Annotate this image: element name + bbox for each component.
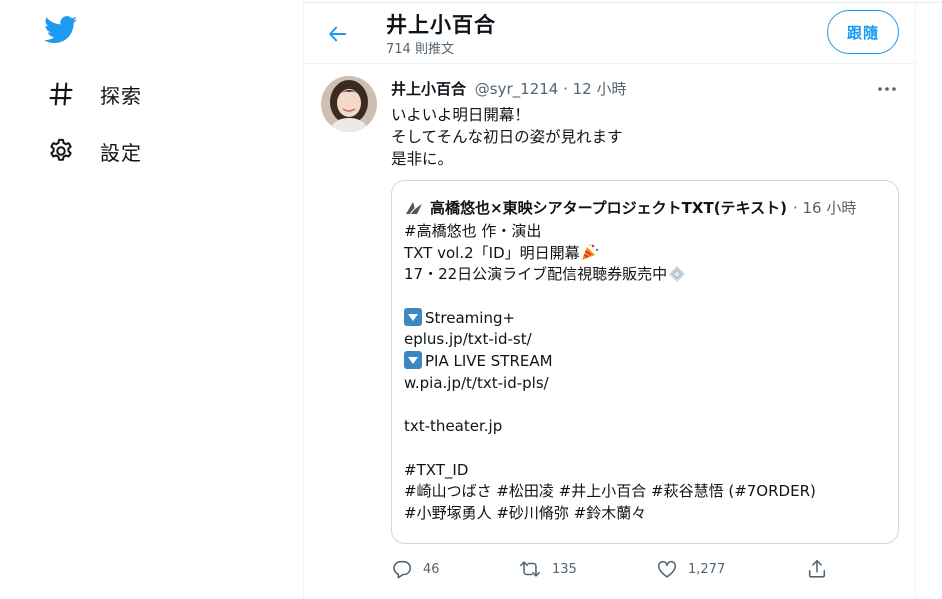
arrow-left-icon <box>329 26 347 42</box>
quote-hashtags[interactable]: #崎山つばさ #松田凌 #井上小百合 #萩谷慧悟 (#7ORDER) <box>404 481 888 503</box>
quoted-tweet-text: #高橋悠也 作・演出 TXT vol.2「ID」明日開幕 17・22日公演ライブ… <box>404 221 888 525</box>
tweet-text: いよいよ明日開幕！ そしてそんな初日の姿が見れます 是非に。 <box>391 104 623 170</box>
tweet-actions: 46 135 1,277 <box>391 558 826 580</box>
back-button[interactable] <box>324 20 352 48</box>
quote-line-text: TXT vol.2「ID」明日開幕 <box>404 243 580 262</box>
quote-link[interactable]: w.pia.jp/t/txt-id-pls/ <box>404 373 888 395</box>
reply-icon <box>393 560 412 579</box>
gear-icon <box>44 134 78 168</box>
tweet[interactable]: 井上小百合 @syr_1214 · 12 小時 いよいよ明日開幕！ そしてそんな… <box>304 64 917 599</box>
reply-button[interactable]: 46 <box>391 558 440 580</box>
tweet-count: 714 則推文 <box>386 42 454 57</box>
quote-line-with-emoji: 17・22日公演ライブ配信視聴券販売中 <box>404 264 888 286</box>
author-name[interactable]: 井上小百合 <box>391 80 466 98</box>
nav-item-label: 設定 <box>100 140 142 165</box>
more-horizontal-icon <box>878 87 896 91</box>
heart-icon <box>657 560 677 578</box>
hashtag-icon <box>44 77 78 111</box>
quoted-tweet-header: 高橋悠也×東映シアタープロジェクトTXT(テキスト) · 16 小時 <box>404 197 888 218</box>
nav-item-explore[interactable]: 探索 <box>44 74 142 114</box>
quote-line: #高橋悠也 作・演出 <box>404 222 542 240</box>
like-button[interactable]: 1,277 <box>656 558 725 580</box>
nav-item-label: 探索 <box>100 83 142 108</box>
avatar[interactable] <box>321 76 377 132</box>
tweet-header: 井上小百合 @syr_1214 · 12 小時 <box>391 78 627 99</box>
quote-line <box>404 395 888 417</box>
left-navigation: 探索 設定 <box>0 0 303 599</box>
author-handle-time[interactable]: @syr_1214 · 12 小時 <box>475 80 627 98</box>
quote-line-text: 17・22日公演ライブ配信視聴券販売中 <box>404 265 668 284</box>
nav-item-settings[interactable]: 設定 <box>44 131 142 171</box>
retweet-icon <box>520 561 540 577</box>
down-triangle-icon <box>404 351 422 370</box>
tweet-text-line: 是非に。 <box>391 150 454 168</box>
tweet-text-line: そしてそんな初日の姿が見れます <box>391 128 623 146</box>
quoted-avatar-icon <box>404 199 424 217</box>
more-button[interactable] <box>875 78 899 100</box>
quote-hashtag[interactable]: #TXT_ID <box>404 460 888 482</box>
tweet-text-line: いよいよ明日開幕！ <box>391 106 530 124</box>
quote-line <box>404 438 888 460</box>
like-count: 1,277 <box>688 561 726 577</box>
quote-line-text: Streaming+ <box>425 308 516 327</box>
quote-line-text: PIA LIVE STREAM <box>425 352 553 371</box>
quoted-time[interactable]: · 16 小時 <box>793 197 856 218</box>
quote-line-with-emoji: TXT vol.2「ID」明日開幕 <box>404 243 888 265</box>
quote-link[interactable]: eplus.jp/txt-id-st/ <box>404 329 888 351</box>
down-triangle-icon <box>404 307 422 326</box>
quoted-tweet[interactable]: 高橋悠也×東映シアタープロジェクトTXT(テキスト) · 16 小時 #高橋悠也… <box>391 180 899 544</box>
quote-line-with-icon: Streaming+ <box>404 307 888 330</box>
ticket-icon <box>667 264 687 289</box>
quote-line-with-icon: PIA LIVE STREAM <box>404 351 888 373</box>
page-title: 井上小百合 <box>386 13 496 37</box>
share-button[interactable] <box>806 558 828 580</box>
share-icon <box>808 559 826 578</box>
quote-hashtags[interactable]: #小野塚勇人 #砂川脩弥 #鈴木蘭々 <box>404 503 888 525</box>
retweet-button[interactable]: 135 <box>518 558 577 580</box>
quote-link[interactable]: txt-theater.jp <box>404 416 888 438</box>
profile-header: 井上小百合 714 則推文 跟隨 <box>304 0 917 64</box>
twitter-bird-icon[interactable] <box>44 16 80 48</box>
quoted-author-name[interactable]: 高橋悠也×東映シアタープロジェクトTXT(テキスト) <box>430 197 787 218</box>
quote-line <box>404 286 888 308</box>
main-column: 井上小百合 714 則推文 跟隨 井上小百合 @syr_1214 · 12 小時 <box>303 0 917 599</box>
reply-count: 46 <box>423 561 440 577</box>
follow-button[interactable]: 跟隨 <box>827 10 899 54</box>
retweet-count: 135 <box>552 561 577 577</box>
